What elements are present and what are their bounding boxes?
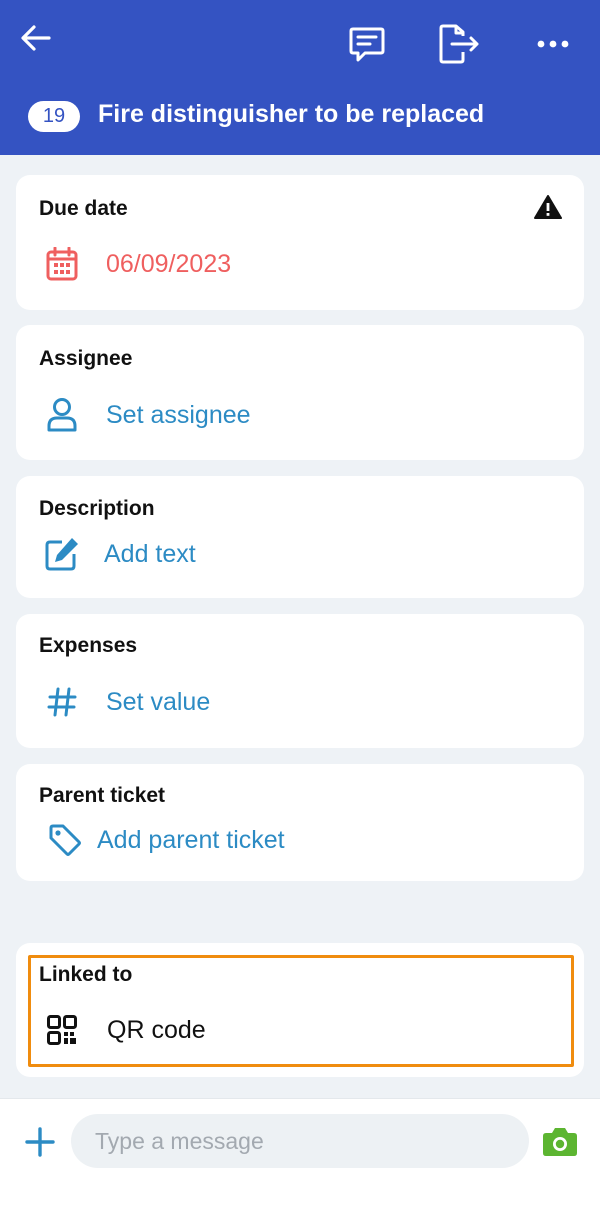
description-label: Description: [39, 497, 155, 520]
add-attachment-button[interactable]: [22, 1124, 58, 1160]
due-date-value: 06/09/2023: [106, 249, 232, 278]
ticket-title: Fire distinguisher to be replaced: [98, 100, 485, 128]
add-parent-ticket-label: Add parent ticket: [97, 825, 285, 854]
comment-icon: [349, 27, 385, 62]
warning-icon: [534, 194, 562, 225]
set-value-label: Set value: [106, 687, 211, 716]
due-date-label: Due date: [39, 197, 128, 220]
parent-ticket-label: Parent ticket: [39, 784, 166, 807]
edit-icon: [44, 536, 80, 572]
back-arrow-icon: [21, 25, 51, 51]
ticket-number-badge: 19: [28, 101, 80, 132]
description-card: Description Add text: [16, 476, 584, 598]
calendar-icon: [44, 247, 80, 281]
add-parent-ticket-button[interactable]: Add parent ticket: [48, 823, 285, 857]
parent-ticket-card: Parent ticket Add parent ticket: [16, 764, 584, 881]
assignee-card: Assignee Set assignee: [16, 325, 584, 460]
linked-to-highlight: [28, 955, 574, 1067]
due-date-row[interactable]: 06/09/2023: [44, 247, 231, 281]
plus-icon: [25, 1127, 55, 1157]
camera-button[interactable]: [542, 1124, 578, 1160]
add-text-button[interactable]: Add text: [44, 536, 196, 572]
user-icon: [44, 397, 80, 433]
more-button[interactable]: [530, 26, 576, 62]
add-text-label: Add text: [104, 539, 196, 568]
back-button[interactable]: [14, 18, 58, 58]
expenses-card: Expenses Set value: [16, 614, 584, 748]
tag-icon: [48, 823, 82, 857]
message-input[interactable]: [71, 1114, 529, 1168]
camera-icon: [543, 1128, 577, 1156]
set-assignee-label: Set assignee: [106, 400, 251, 429]
expenses-label: Expenses: [39, 634, 138, 657]
export-icon: [439, 24, 479, 64]
export-button[interactable]: [436, 22, 482, 66]
set-value-button[interactable]: Set value: [44, 686, 210, 718]
comment-button[interactable]: [345, 22, 389, 66]
hash-icon: [44, 686, 80, 718]
more-icon: [537, 40, 569, 48]
due-date-card: Due date 06/09/2023: [16, 175, 584, 310]
set-assignee-button[interactable]: Set assignee: [44, 397, 251, 433]
assignee-label: Assignee: [39, 347, 133, 370]
top-app-bar: 19 Fire distinguisher to be replaced: [0, 0, 600, 155]
